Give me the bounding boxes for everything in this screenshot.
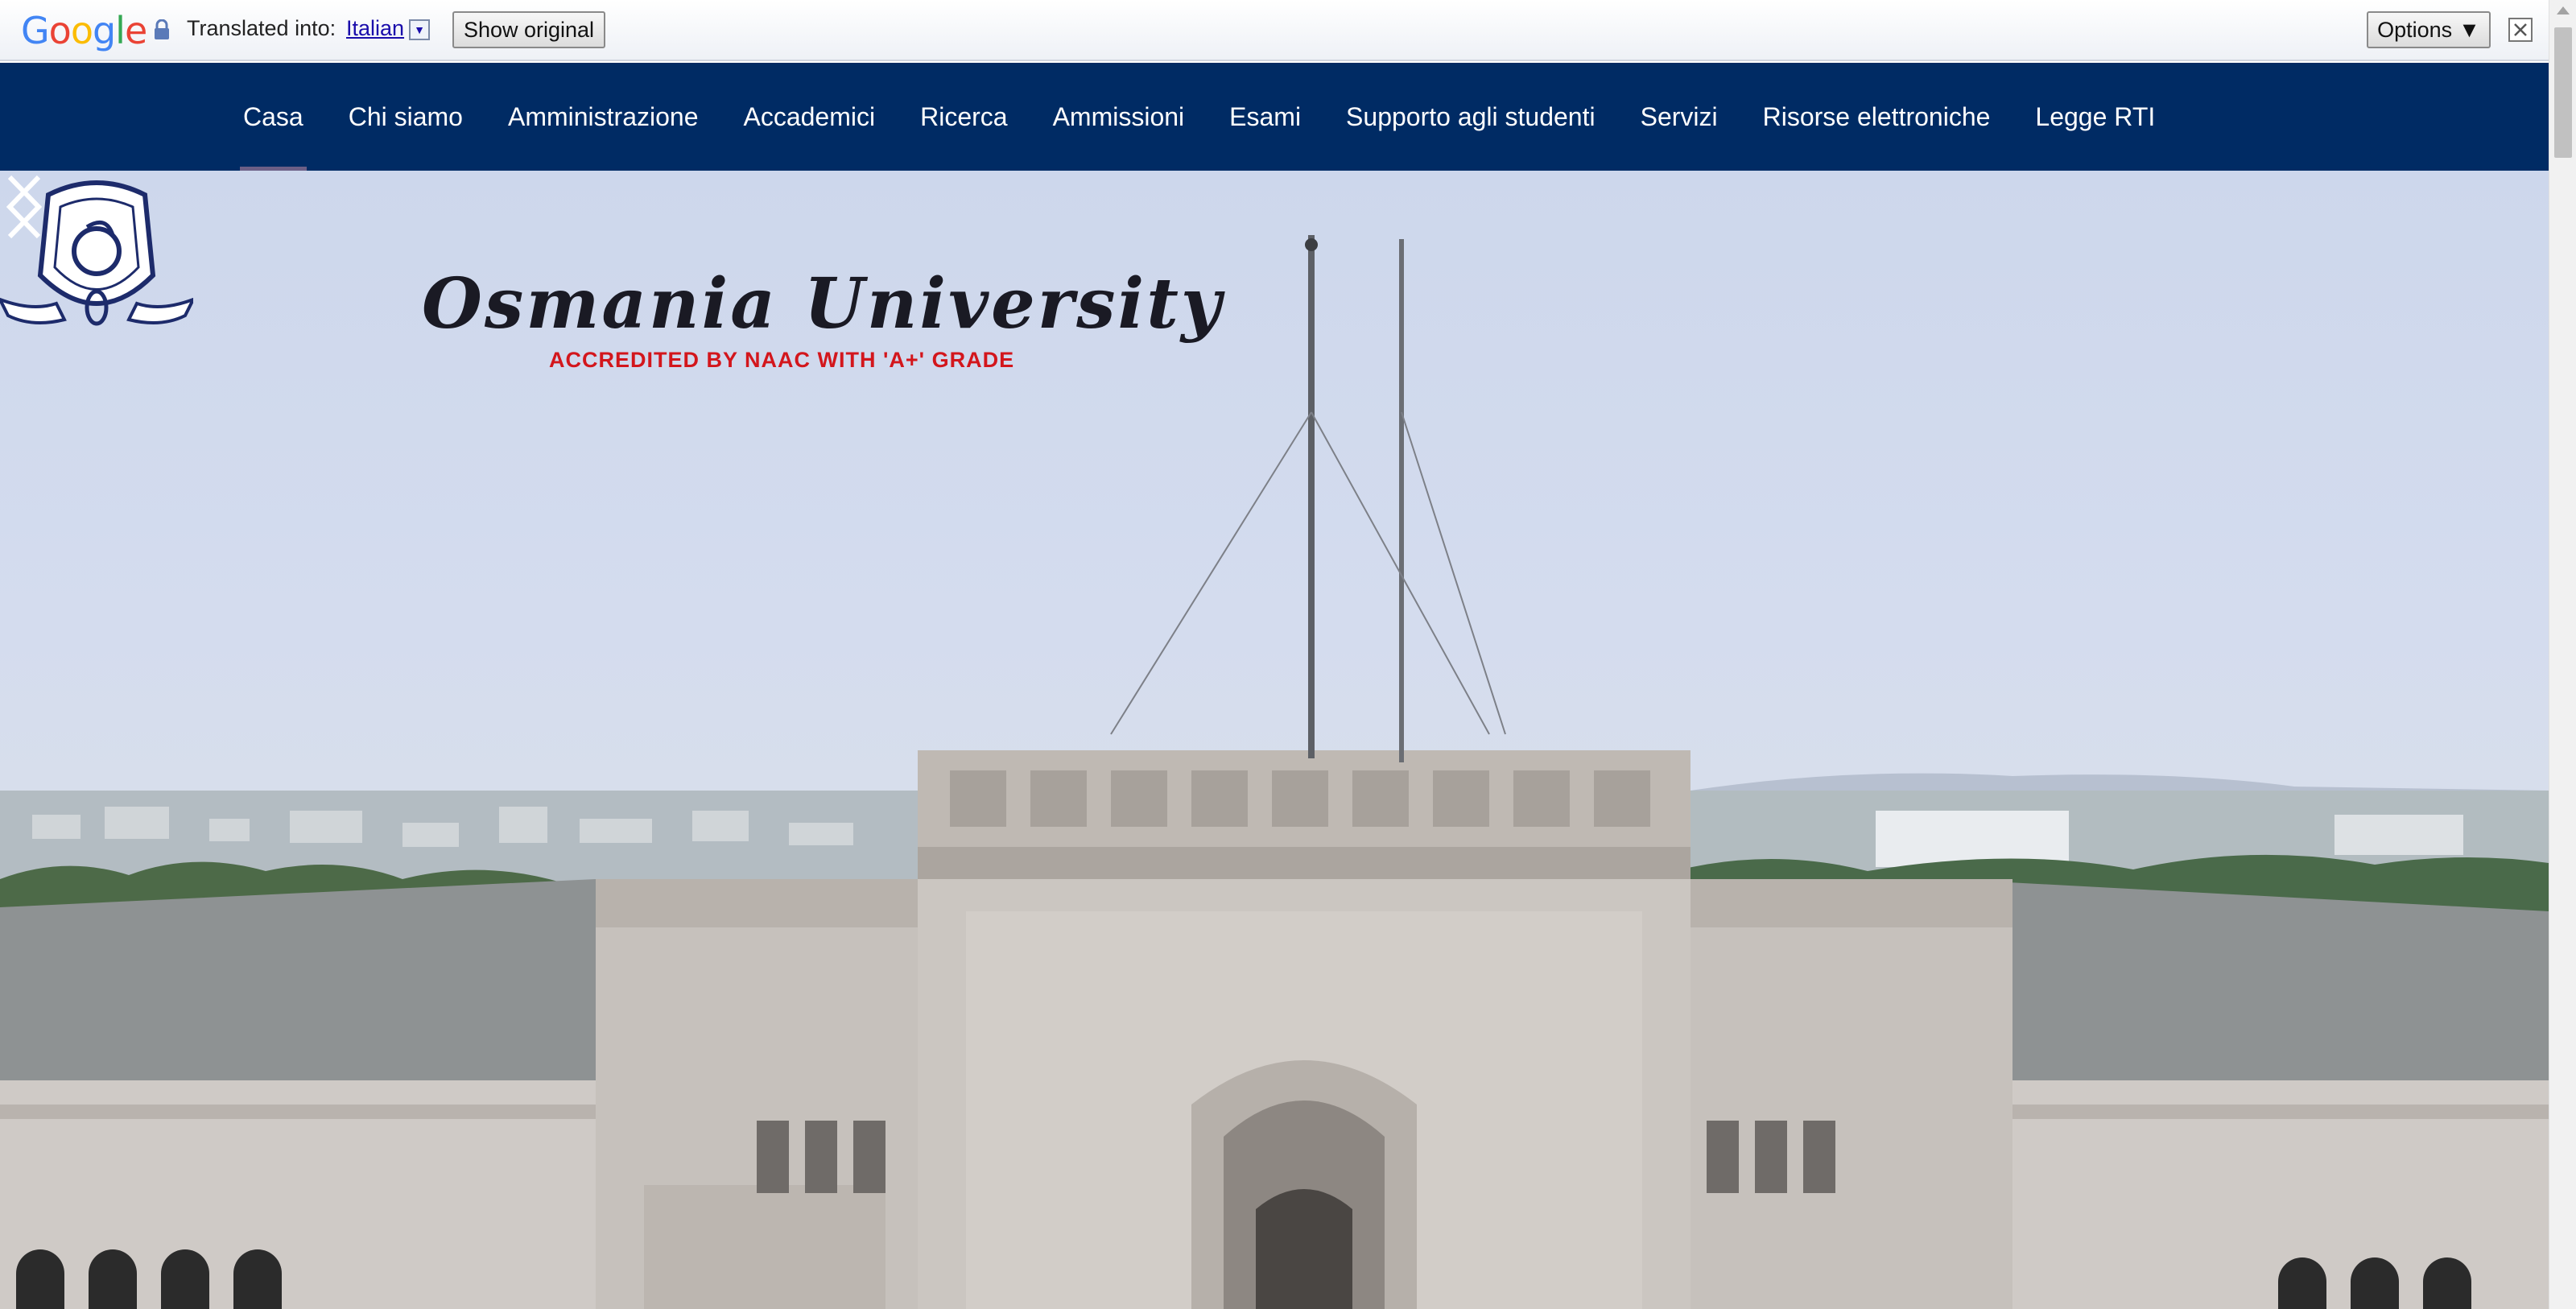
nav-item-casa[interactable]: Casa — [240, 63, 307, 171]
university-title: Osmania University — [422, 263, 1224, 345]
language-link[interactable]: Italian — [346, 16, 404, 41]
nav-item-chi-siamo[interactable]: Chi siamo — [349, 63, 463, 171]
nav-item-risorse-elettroniche[interactable]: Risorse elettroniche — [1763, 63, 1991, 171]
close-translate-bar-button[interactable] — [2508, 18, 2533, 42]
nav-item-supporto-agli-studenti[interactable]: Supporto agli studenti — [1346, 63, 1596, 171]
scroll-thumb[interactable] — [2554, 27, 2572, 158]
nav-item-amministrazione[interactable]: Amministrazione — [508, 63, 699, 171]
nav-item-esami[interactable]: Esami — [1229, 63, 1301, 171]
nav-item-ricerca[interactable]: Ricerca — [920, 63, 1007, 171]
nav-item-ammissioni[interactable]: Ammissioni — [1053, 63, 1185, 171]
close-icon — [2514, 23, 2527, 36]
page-scrollbar[interactable] — [2549, 0, 2576, 1309]
options-label: Options — [2377, 17, 2453, 42]
accreditation-subtitle: ACCREDITED BY NAAC WITH 'A+' GRADE — [549, 348, 1015, 372]
main-navigation: Casa Chi siamo Amministrazione Accademici Ri… — [0, 63, 2549, 171]
translated-into-label: Translated into: — [187, 16, 336, 40]
nav-item-legge-rti[interactable]: Legge RTI — [2035, 63, 2155, 171]
nav-item-accademici[interactable]: Accademici — [743, 63, 875, 171]
nav-menu: Casa Chi siamo Amministrazione Accademici Ri… — [240, 63, 2155, 171]
language-dropdown-icon[interactable]: ▼ — [409, 19, 430, 40]
show-original-label: Show original — [463, 17, 595, 42]
hero-carousel: Osmania University ACCREDITED BY NAAC WI… — [0, 171, 2549, 1309]
scroll-up-icon[interactable] — [2557, 6, 2570, 14]
lock-icon — [155, 19, 169, 39]
show-original-button[interactable]: Show original — [452, 11, 605, 48]
options-dropdown-icon: ▼ — [2458, 17, 2480, 42]
google-logo: Google — [21, 9, 147, 52]
options-button[interactable]: Options ▼ — [2367, 11, 2491, 48]
chevron-right-icon — [7, 175, 43, 239]
google-translate-bar: Google Translated into: Italian ▼ Show o… — [0, 0, 2549, 61]
carousel-next-button[interactable] — [0, 171, 48, 243]
university-building-photo — [0, 235, 2549, 1309]
nav-item-servizi[interactable]: Servizi — [1641, 63, 1718, 171]
